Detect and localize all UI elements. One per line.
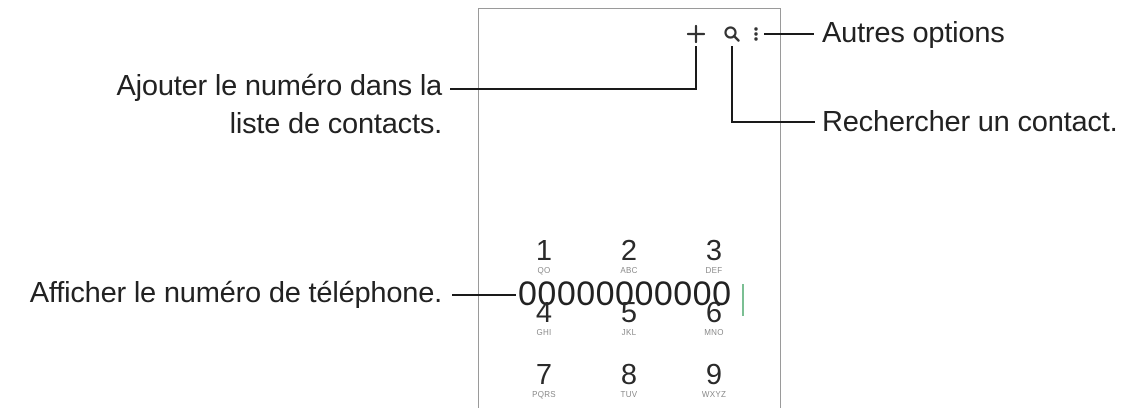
phone-screen — [478, 8, 781, 408]
callout-show-number: Afficher le numéro de téléphone. — [29, 277, 442, 309]
leader-line-search-vertical — [731, 46, 733, 123]
magnifier-icon[interactable] — [720, 22, 744, 46]
keypad-key-7[interactable]: 7 PQRS — [514, 360, 574, 400]
keypad-key-9[interactable]: 9 WXYZ — [684, 360, 744, 400]
key-letters: GHI — [536, 328, 552, 337]
key-digit: 7 — [535, 359, 553, 391]
key-letters: WXYZ — [701, 390, 727, 399]
keypad-key-5[interactable]: 5 JKL — [599, 298, 659, 338]
callout-add-contact-line2: liste de contacts. — [229, 108, 443, 140]
keypad-key-4[interactable]: 4 GHI — [514, 298, 574, 338]
key-digit: 3 — [705, 235, 723, 267]
keypad-key-6[interactable]: 6 MNO — [684, 298, 744, 338]
key-letters: ABC — [620, 266, 638, 275]
keypad-key-8[interactable]: 8 TUV — [599, 360, 659, 400]
keypad-key-2[interactable]: 2 ABC — [599, 236, 659, 276]
key-digit: 5 — [620, 297, 638, 329]
key-letters: PQRS — [532, 390, 556, 399]
leader-line-show-number — [452, 294, 516, 296]
key-letters: MNO — [704, 328, 724, 337]
key-letters: TUV — [620, 390, 638, 399]
leader-line-more-options — [764, 33, 814, 35]
key-digit: 2 — [620, 235, 638, 267]
callout-search-contact: Rechercher un contact. — [822, 106, 1118, 138]
vertical-ellipsis-icon[interactable] — [749, 22, 763, 46]
leader-line-add-contact-horizontal — [450, 88, 697, 90]
key-letters: QO — [537, 266, 551, 275]
key-digit: 4 — [535, 297, 553, 329]
leader-line-add-contact-vertical — [695, 46, 697, 89]
key-digit: 8 — [620, 359, 638, 391]
key-letters: JKL — [621, 328, 637, 337]
key-digit: 6 — [705, 297, 723, 329]
keypad-key-3[interactable]: 3 DEF — [684, 236, 744, 276]
callout-add-contact-line1: Ajouter le numéro dans la — [116, 70, 443, 102]
callout-more-options: Autres options — [822, 17, 1005, 49]
keypad-key-1[interactable]: 1 QO — [514, 236, 574, 276]
key-digit: 9 — [705, 359, 723, 391]
key-digit: 1 — [535, 235, 553, 267]
key-letters: DEF — [705, 266, 723, 275]
plus-icon[interactable] — [684, 22, 708, 46]
leader-line-search-horizontal — [731, 121, 815, 123]
